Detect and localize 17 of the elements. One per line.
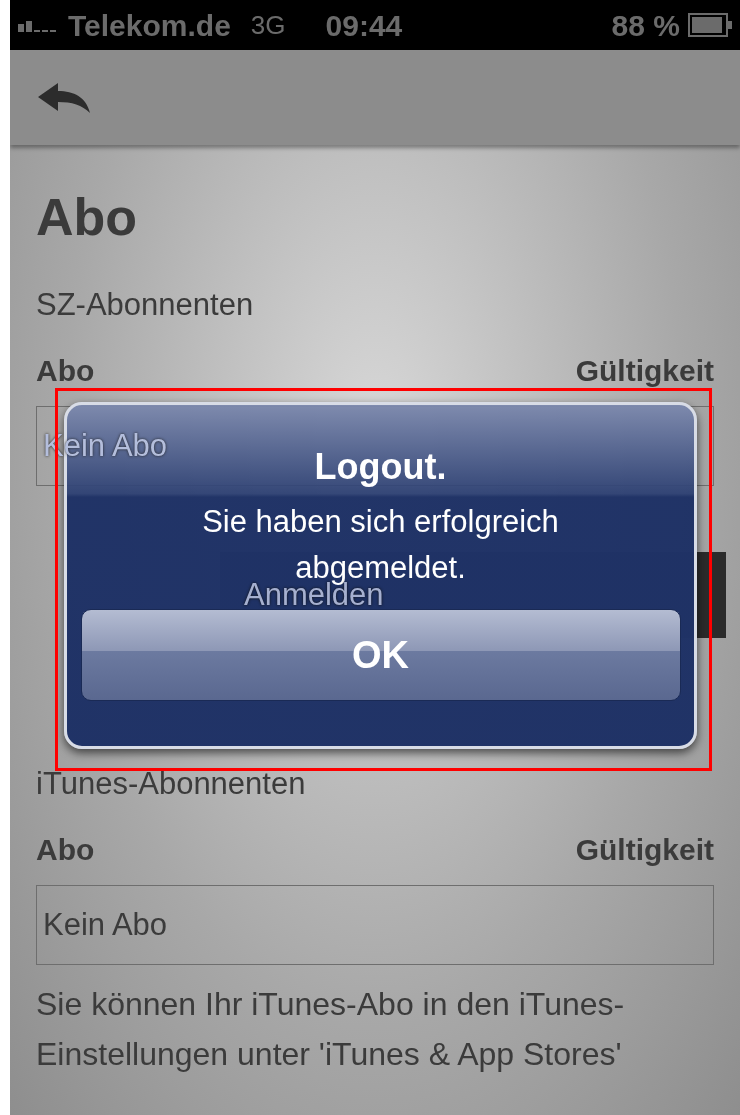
ok-button[interactable]: OK bbox=[80, 609, 681, 701]
battery-icon bbox=[688, 13, 732, 37]
network-type: 3G bbox=[250, 8, 286, 42]
carrier-name: Telekom.de bbox=[68, 7, 231, 44]
status-time: 09:44 bbox=[325, 7, 403, 44]
subscription-note: Sie können Ihr iTunes-Abo in den iTunes-Einstellungen unter 'iTunes & App Stores' bbox=[36, 985, 626, 1074]
column-header: Abo bbox=[36, 835, 95, 865]
back-arrow-icon bbox=[38, 82, 90, 113]
alert-title: Logout. bbox=[314, 449, 447, 485]
section-title: SZ-Abonnenten bbox=[36, 289, 255, 320]
column-header: Gültigkeit bbox=[575, 835, 714, 865]
subscription-field: Kein Abo bbox=[36, 885, 714, 965]
section-title: iTunes-Abonnenten bbox=[36, 768, 307, 799]
column-header: Abo bbox=[36, 356, 95, 386]
battery-percentage: 88 % bbox=[611, 7, 680, 44]
page-heading: Abo bbox=[36, 191, 139, 243]
column-header: Gültigkeit bbox=[575, 356, 714, 386]
